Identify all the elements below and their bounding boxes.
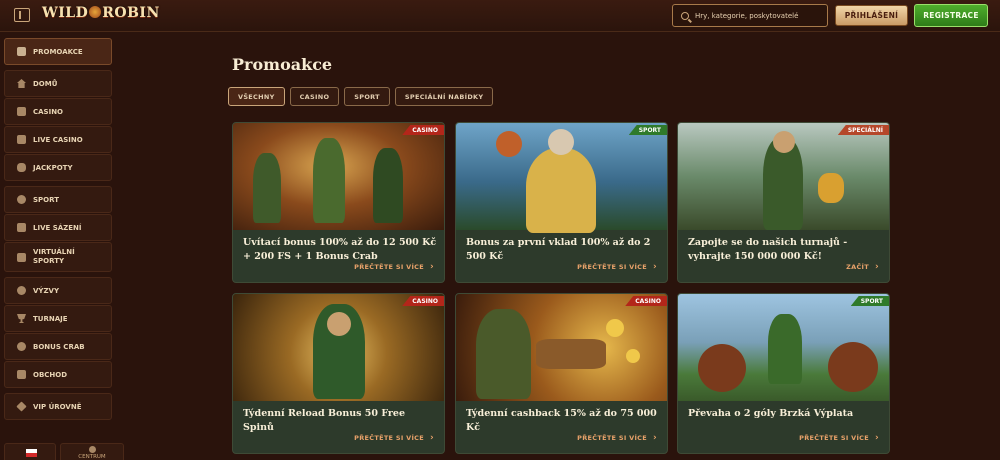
sidebar-item-vyzvy[interactable]: VÝZVY: [4, 277, 112, 304]
sidebar-item-vip-urovne[interactable]: VIP ÚROVNĚ: [4, 393, 112, 420]
promo-image-robin-hood-band: [233, 123, 444, 230]
sidebar-item-label: CASINO: [33, 107, 64, 116]
start-link[interactable]: ZAČÍT: [846, 262, 879, 272]
crab-icon: [17, 342, 26, 351]
sidebar-item-virtualni-sporty[interactable]: VIRTUÁLNÍ SPORTY: [4, 242, 112, 272]
sidebar-item-live-sazeni[interactable]: LIVE SÁZENÍ: [4, 214, 112, 241]
gift-icon: [17, 47, 26, 56]
clover-icon: [17, 163, 26, 172]
sidebar-item-label: VIP ÚROVNĚ: [33, 402, 82, 411]
sidebar-item-label: TURNAJE: [33, 314, 68, 323]
promo-title: Zapojte se do našich turnajů - vyhrajte …: [688, 237, 848, 262]
promo-image-football-stadium: [678, 294, 889, 401]
filter-casino[interactable]: CASINO: [289, 87, 340, 106]
target-icon: [17, 286, 26, 295]
sidebar-item-label: DOMŮ: [33, 79, 58, 88]
help-center-label: CENTRUM: [78, 454, 106, 460]
diamond-icon: [16, 401, 27, 412]
home-icon: [17, 79, 26, 88]
sidebar-item-live-casino[interactable]: LIVE CASINO: [4, 126, 112, 153]
sidebar-item-label: VIRTUÁLNÍ SPORTY: [33, 248, 75, 265]
trophy-icon: [17, 314, 26, 323]
sidebar-item-label: VÝZVY: [33, 286, 60, 295]
promo-card[interactable]: SPECIÁLNÍ Zapojte se do našich turnajů -…: [677, 122, 890, 283]
ball-icon: [17, 195, 26, 204]
filter-all[interactable]: VŠECHNY: [228, 87, 285, 106]
filter-special-offers[interactable]: SPECIÁLNÍ NABÍDKY: [394, 87, 494, 106]
sidebar-item-promoakce[interactable]: PROMOAKCE: [4, 38, 112, 65]
slot-icon: [17, 107, 26, 116]
badge-special: SPECIÁLNÍ: [837, 125, 889, 135]
czech-flag-icon: [26, 449, 37, 457]
live-icon: [17, 223, 26, 232]
promo-card[interactable]: CASINO Týdenní cashback 15% až do 75 000…: [455, 293, 668, 454]
promo-card[interactable]: CASINO Týdenní Reload Bonus 50 Free Spin…: [232, 293, 445, 454]
sidebar-item-label: JACKPOTY: [33, 163, 73, 172]
promo-image-coin-cannon: [456, 294, 667, 401]
sidebar-item-label: LIVE CASINO: [33, 135, 83, 144]
promo-title: Převaha o 2 góly Brzká Výplata: [688, 408, 854, 419]
search-box[interactable]: [672, 4, 828, 27]
sidebar-item-domu[interactable]: DOMŮ: [4, 70, 112, 97]
sidebar-item-label: LIVE SÁZENÍ: [33, 223, 82, 232]
search-input[interactable]: [695, 11, 825, 20]
read-more-link[interactable]: PŘEČTĚTE SI VÍCE: [799, 433, 879, 443]
language-selector[interactable]: [4, 443, 56, 460]
promo-title: Týdenní cashback 15% až do 75 000 Kč: [466, 408, 657, 433]
help-icon: [89, 446, 96, 453]
filter-tabs: VŠECHNY CASINO SPORT SPECIÁLNÍ NABÍDKY: [228, 87, 494, 106]
page-title: Promoakce: [232, 55, 333, 74]
help-center-button[interactable]: CENTRUM: [60, 443, 124, 460]
sidebar-item-sport[interactable]: SPORT: [4, 186, 112, 213]
promo-card[interactable]: SPORT Bonus za první vklad 100% až do 2 …: [455, 122, 668, 283]
top-header: WILDROBIN PŘIHLÁŠENÍ REGISTRACE: [0, 0, 1000, 32]
promo-image-golden-vault: [233, 294, 444, 401]
promo-image-robin-hood-castle: [678, 123, 889, 230]
sidebar-item-label: OBCHOD: [33, 370, 68, 379]
promo-title: Bonus za první vklad 100% až do 2 500 Kč: [466, 237, 651, 262]
sidebar: PROMOAKCE DOMŮ CASINO LIVE CASINO JACKPO…: [4, 38, 112, 421]
read-more-link[interactable]: PŘEČTĚTE SI VÍCE: [577, 262, 657, 272]
sidebar-item-turnaje[interactable]: TURNAJE: [4, 305, 112, 332]
promo-card[interactable]: CASINO Uvítací bonus 100% až do 12 500 K…: [232, 122, 445, 283]
read-more-link[interactable]: PŘEČTĚTE SI VÍCE: [354, 262, 434, 272]
sidebar-item-obchod[interactable]: OBCHOD: [4, 361, 112, 388]
logo[interactable]: WILD ROBIN: [42, 5, 160, 27]
sidebar-item-label: SPORT: [33, 195, 59, 204]
register-button[interactable]: REGISTRACE: [914, 4, 988, 27]
promo-image-basketball-player: [456, 123, 667, 233]
login-button[interactable]: PŘIHLÁŠENÍ: [835, 5, 908, 26]
filter-sport[interactable]: SPORT: [344, 87, 390, 106]
sidebar-item-jackpoty[interactable]: JACKPOTY: [4, 154, 112, 181]
sidebar-item-label: PROMOAKCE: [33, 47, 83, 56]
read-more-link[interactable]: PŘEČTĚTE SI VÍCE: [354, 433, 434, 443]
menu-toggle-icon[interactable]: [14, 8, 30, 22]
promo-title: Uvítací bonus 100% až do 12 500 Kč + 200…: [243, 237, 437, 262]
virtual-icon: [17, 252, 26, 262]
sidebar-item-casino[interactable]: CASINO: [4, 98, 112, 125]
sidebar-item-bonus-crab[interactable]: BONUS CRAB: [4, 333, 112, 360]
read-more-link[interactable]: PŘEČTĚTE SI VÍCE: [577, 433, 657, 443]
sidebar-item-label: BONUS CRAB: [33, 342, 85, 351]
cards-icon: [17, 135, 26, 144]
shop-icon: [17, 370, 26, 379]
promo-title: Týdenní Reload Bonus 50 Free Spinů: [243, 408, 405, 433]
sidebar-footer: CENTRUM: [4, 443, 124, 460]
promo-card[interactable]: SPORT Převaha o 2 góly Brzká Výplata PŘE…: [677, 293, 890, 454]
logo-emblem-icon: [89, 6, 102, 18]
search-icon: [681, 11, 689, 20]
